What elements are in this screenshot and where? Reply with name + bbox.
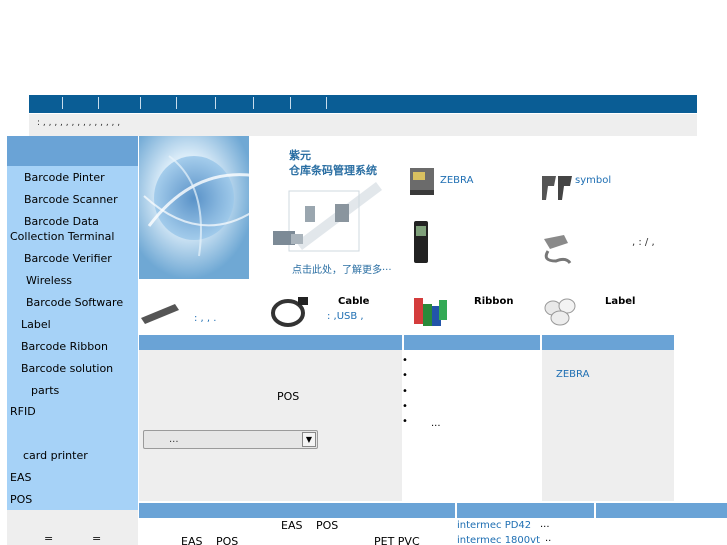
pos-text: POS <box>316 519 339 532</box>
nav-separator <box>290 97 291 109</box>
section-header-bar <box>542 335 674 350</box>
sidebar-bottom-panel: = = <box>7 510 138 545</box>
sidebar-item-label[interactable]: Label <box>21 318 51 331</box>
barcode-scanner-icon[interactable] <box>540 172 576 204</box>
banner-title: 紫元 <box>289 149 311 162</box>
nav-separator <box>62 97 63 109</box>
equals-sign: = <box>92 532 102 545</box>
ribbon-rolls-icon[interactable] <box>412 294 448 328</box>
sidebar: Barcode Pinter Barcode Scanner Barcode D… <box>7 136 138 510</box>
section-header-bar <box>404 335 540 350</box>
sidebar-item-rfid[interactable]: RFID <box>10 405 36 418</box>
cable-label[interactable]: Cable <box>338 296 369 307</box>
ellipsis: ... <box>540 519 550 530</box>
label-label[interactable]: Label <box>605 296 636 307</box>
intermec-pd42-link[interactable]: intermec PD42 <box>457 520 531 531</box>
eas-text: EAS <box>281 519 303 532</box>
banner-more-link[interactable]: 点击此处，了解更多··· <box>292 261 392 276</box>
pos-text: POS <box>216 535 239 545</box>
sidebar-item-barcode-software[interactable]: Barcode Software <box>26 296 123 309</box>
brand-info-text: , : / , <box>632 237 655 248</box>
bullet: • <box>402 416 408 427</box>
bullet: • <box>402 355 408 366</box>
bullet: • <box>402 386 408 397</box>
equals-sign: = <box>44 532 54 545</box>
handheld-scanner-icon[interactable] <box>540 233 574 265</box>
label-rolls-icon[interactable] <box>543 294 579 328</box>
nav-separator <box>176 97 177 109</box>
material-text: PET PVC <box>374 535 420 545</box>
nav-separator <box>98 97 99 109</box>
bottom-header-bar <box>596 503 727 518</box>
intermec-1800vt-link[interactable]: intermec 1800vt <box>457 535 540 545</box>
sidebar-header <box>7 136 138 166</box>
select-value: ... <box>169 434 179 445</box>
bottom-header-bar <box>457 503 594 518</box>
brand-symbol-link[interactable]: symbol <box>575 175 611 186</box>
sidebar-item-barcode-printer[interactable]: Barcode Pinter <box>24 171 105 184</box>
sidebar-item-barcode-data[interactable]: Barcode Data <box>24 215 99 228</box>
cable-icon[interactable] <box>268 293 312 329</box>
banner-subtitle: 仓库条码管理系统 <box>289 164 377 177</box>
print-head-text: : , , . <box>194 313 217 324</box>
globe-illustration <box>139 136 382 279</box>
section-header-bar <box>139 335 402 350</box>
brand-zebra-link[interactable]: ZEBRA <box>440 175 473 186</box>
sidebar-item-eas[interactable]: EAS <box>10 471 31 484</box>
data-terminal-icon[interactable] <box>412 220 430 264</box>
sidebar-item-barcode-ribbon[interactable]: Barcode Ribbon <box>21 340 108 353</box>
sidebar-item-card-printer[interactable]: card printer <box>23 449 88 462</box>
sub-nav-bar: : , , , , , , , , , , , , , , <box>29 114 697 136</box>
sidebar-item-barcode-scanner[interactable]: Barcode Scanner <box>24 193 118 206</box>
ribbon-label[interactable]: Ribbon <box>474 296 513 307</box>
ellipsis: .. <box>545 533 552 544</box>
sidebar-item-parts[interactable]: parts <box>31 384 59 397</box>
zebra-link[interactable]: ZEBRA <box>556 369 589 380</box>
eas-text: EAS <box>181 535 203 545</box>
bullet: • <box>402 370 408 381</box>
sidebar-item-barcode-solution[interactable]: Barcode solution <box>21 362 113 375</box>
nav-separator <box>253 97 254 109</box>
hero-banner[interactable]: 紫元 仓库条码管理系统 点击此处，了解更多··· <box>139 136 401 279</box>
cable-sub-text: : ,USB , <box>327 311 364 322</box>
top-nav-bar <box>29 95 697 113</box>
pos-text: POS <box>277 390 300 403</box>
print-head-icon[interactable] <box>139 298 181 326</box>
bottom-header-bar <box>139 503 455 518</box>
sidebar-item-barcode-verifier[interactable]: Barcode Verifier <box>24 252 112 265</box>
nav-separator <box>140 97 141 109</box>
content-panel <box>139 350 402 501</box>
sidebar-item-wireless[interactable]: Wireless <box>26 274 72 287</box>
zebra-printer-icon[interactable] <box>407 164 437 198</box>
chevron-down-icon[interactable]: ▼ <box>302 432 316 447</box>
nav-separator <box>326 97 327 109</box>
sidebar-item-pos[interactable]: POS <box>10 493 32 506</box>
nav-separator <box>215 97 216 109</box>
bullet: • <box>402 401 408 412</box>
category-select[interactable]: ... ▼ <box>143 430 318 449</box>
ellipsis: ... <box>431 418 441 429</box>
sidebar-item-collection-terminal[interactable]: Collection Terminal <box>10 230 114 243</box>
